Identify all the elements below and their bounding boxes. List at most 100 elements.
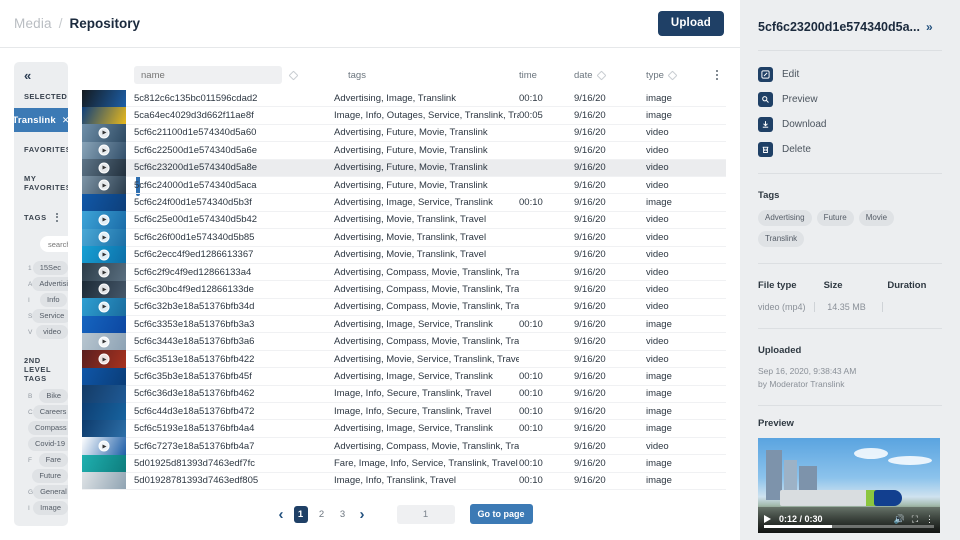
upload-button[interactable]: Upload bbox=[657, 11, 724, 36]
prev-page-button[interactable]: ‹ bbox=[276, 506, 287, 523]
table-options-kebab-icon[interactable] bbox=[708, 69, 726, 81]
list-item[interactable]: C Careers bbox=[14, 404, 68, 420]
table-row[interactable]: 5cf6c3443e18a51376bfb3a6 Advertising, Com… bbox=[82, 332, 726, 351]
list-item[interactable]: G General bbox=[14, 484, 68, 500]
table-row[interactable]: 5cf6c32b3e18a51376bfb34d Advertising, Com… bbox=[82, 298, 726, 317]
row-thumbnail[interactable] bbox=[82, 159, 126, 177]
row-thumbnail[interactable] bbox=[82, 124, 126, 142]
video-progress-track[interactable] bbox=[764, 525, 934, 529]
row-thumbnail[interactable] bbox=[82, 350, 126, 368]
list-item[interactable]: Compass bbox=[14, 420, 68, 436]
page-button-2[interactable]: 2 bbox=[315, 509, 329, 520]
row-thumbnail[interactable] bbox=[82, 228, 126, 247]
sidebar-collapse-row[interactable]: « bbox=[14, 62, 68, 88]
tag-pill[interactable]: Advertising bbox=[32, 277, 68, 291]
table-row[interactable]: 5cf6c25e00d1e574340d5b42 Advertising, Mov… bbox=[82, 211, 726, 230]
row-thumbnail[interactable] bbox=[82, 141, 126, 160]
sidebar-section-my-favorites[interactable]: MY FAVORITES bbox=[14, 166, 68, 200]
list-item[interactable]: B Bike bbox=[14, 388, 68, 404]
preview-action[interactable]: Preview bbox=[758, 92, 942, 107]
list-item[interactable]: I Image bbox=[14, 500, 68, 516]
table-row[interactable]: 5cf6c23200d1e574340d5a8e Advertising, Fut… bbox=[82, 159, 726, 177]
list-item[interactable]: F Fare bbox=[14, 452, 68, 468]
list-item[interactable]: Covid-19 bbox=[14, 436, 68, 452]
fullscreen-icon[interactable]: ⛶ bbox=[912, 514, 918, 525]
table-row[interactable]: 5cf6c2f9c4f9ed12866133a4 Advertising, Com… bbox=[82, 263, 726, 282]
row-thumbnail[interactable] bbox=[82, 367, 126, 386]
tag-pill[interactable]: General bbox=[33, 485, 68, 499]
detail-tag-chip[interactable]: Advertising bbox=[758, 210, 812, 226]
table-row[interactable]: 5d01925d81393d7463edf7fc Fare, Image, Inf… bbox=[82, 454, 726, 473]
page-button-1[interactable]: 1 bbox=[293, 505, 308, 523]
play-icon[interactable] bbox=[764, 515, 771, 524]
table-row[interactable]: 5cf6c30bc4f9ed12866133de Advertising, Com… bbox=[82, 280, 726, 299]
row-thumbnail[interactable] bbox=[82, 89, 126, 107]
delete-action[interactable]: Delete bbox=[758, 142, 942, 157]
list-item[interactable]: Future bbox=[14, 468, 68, 484]
list-item[interactable]: 1 15Sec bbox=[14, 260, 68, 276]
table-row[interactable]: 5cf6c5193e18a51376bfb4a4 Advertising, Ima… bbox=[82, 419, 726, 438]
tag-pill[interactable]: Covid-19 bbox=[28, 437, 68, 451]
tag-pill[interactable]: video bbox=[36, 325, 68, 339]
column-tags[interactable]: tags bbox=[334, 70, 519, 81]
tag-pill[interactable]: Service bbox=[32, 309, 68, 323]
sidebar-section-favorites[interactable]: FAVORITES bbox=[14, 132, 68, 166]
tag-pill[interactable]: Future bbox=[32, 469, 68, 483]
goto-page-button[interactable]: Go to page bbox=[469, 504, 533, 524]
breadcrumb-parent[interactable]: Media bbox=[14, 16, 52, 31]
list-item[interactable]: I Info bbox=[14, 292, 68, 308]
row-thumbnail[interactable] bbox=[82, 419, 126, 438]
tag-pill[interactable]: Bike bbox=[39, 389, 68, 403]
tag-pill[interactable]: 15Sec bbox=[32, 261, 68, 275]
row-thumbnail[interactable] bbox=[82, 193, 126, 212]
detail-tag-chip[interactable]: Translink bbox=[758, 231, 805, 247]
table-row[interactable]: 5cf6c26f00d1e574340d5b85 Advertising, Mov… bbox=[82, 228, 726, 247]
table-row[interactable]: 5cf6c22500d1e574340d5a6e Advertising, Fut… bbox=[82, 141, 726, 160]
volume-icon[interactable]: 🔊 bbox=[893, 514, 904, 525]
list-item[interactable]: A Advertising bbox=[14, 276, 68, 292]
sidebar-section-tags[interactable]: TAGS bbox=[14, 200, 68, 234]
row-thumbnail[interactable] bbox=[82, 263, 126, 281]
row-thumbnail[interactable] bbox=[82, 385, 126, 403]
table-row[interactable]: 5cf6c24f00d1e574340d5b3f Advertising, Ima… bbox=[82, 193, 726, 212]
row-thumbnail[interactable] bbox=[82, 211, 126, 229]
list-item[interactable]: V video bbox=[14, 324, 68, 340]
tag-pill[interactable]: Image bbox=[33, 501, 68, 515]
table-row[interactable]: 5cf6c3353e18a51376bfb3a3 Advertising, Ima… bbox=[82, 315, 726, 334]
table-row[interactable]: 5cf6c3513e18a51376bfb422 Advertising, Mov… bbox=[82, 350, 726, 369]
row-thumbnail[interactable] bbox=[82, 332, 126, 351]
row-thumbnail[interactable] bbox=[82, 315, 126, 333]
download-action[interactable]: Download bbox=[758, 117, 942, 132]
table-row[interactable]: 5cf6c44d3e18a51376bfb472 Image, Info, Sec… bbox=[82, 402, 726, 421]
row-thumbnail[interactable] bbox=[82, 437, 126, 455]
sort-icon-type[interactable] bbox=[667, 70, 678, 80]
table-row[interactable]: 5cf6c2ecc4f9ed1286613367 Advertising, Mov… bbox=[82, 246, 726, 264]
row-thumbnail[interactable] bbox=[82, 246, 126, 264]
column-date[interactable]: date bbox=[574, 70, 646, 81]
collapse-left-icon[interactable]: « bbox=[24, 69, 31, 82]
tag-pill[interactable]: Careers bbox=[32, 405, 68, 419]
table-row[interactable]: 5cf6c21100d1e574340d5a60 Advertising, Fut… bbox=[82, 124, 726, 143]
row-thumbnail[interactable] bbox=[82, 454, 126, 473]
table-row[interactable]: 5cf6c24000d1e574340d5aca Advertising, Fut… bbox=[82, 176, 726, 195]
table-row[interactable]: 5c812c6c135bc011596cdad2 Advertising, Ima… bbox=[82, 89, 726, 108]
table-row[interactable]: 5ca64ec4029d3d662f11ae8f Image, Info, Out… bbox=[82, 106, 726, 125]
table-row[interactable]: 5d01928781393d7463edf805 Image, Info, Tra… bbox=[82, 472, 726, 490]
chevron-right-expand-icon[interactable]: » bbox=[926, 20, 933, 34]
list-item[interactable]: S Service bbox=[14, 308, 68, 324]
column-time[interactable]: time bbox=[519, 70, 574, 81]
page-button-3[interactable]: 3 bbox=[336, 509, 350, 520]
next-page-button[interactable]: › bbox=[357, 506, 368, 523]
row-thumbnail[interactable] bbox=[82, 280, 126, 299]
tag-pill[interactable]: Fare bbox=[38, 453, 68, 467]
tag-pill[interactable]: Compass bbox=[28, 421, 68, 435]
video-player[interactable]: 0:12 / 0:30 🔊 ⛶ ⋮ bbox=[758, 438, 940, 534]
table-row[interactable]: 5cf6c35b3e18a51376bfb45f Advertising, Ima… bbox=[82, 367, 726, 386]
tag-pill[interactable]: Info bbox=[40, 293, 67, 307]
selected-filter-chip[interactable]: Translink ✕ bbox=[14, 108, 68, 132]
sort-icon-date[interactable] bbox=[596, 70, 606, 80]
column-type[interactable]: type bbox=[646, 70, 708, 81]
kebab-menu-icon[interactable]: ⋮ bbox=[925, 514, 934, 525]
row-thumbnail[interactable] bbox=[82, 106, 126, 125]
sort-icon-name[interactable] bbox=[288, 70, 299, 80]
